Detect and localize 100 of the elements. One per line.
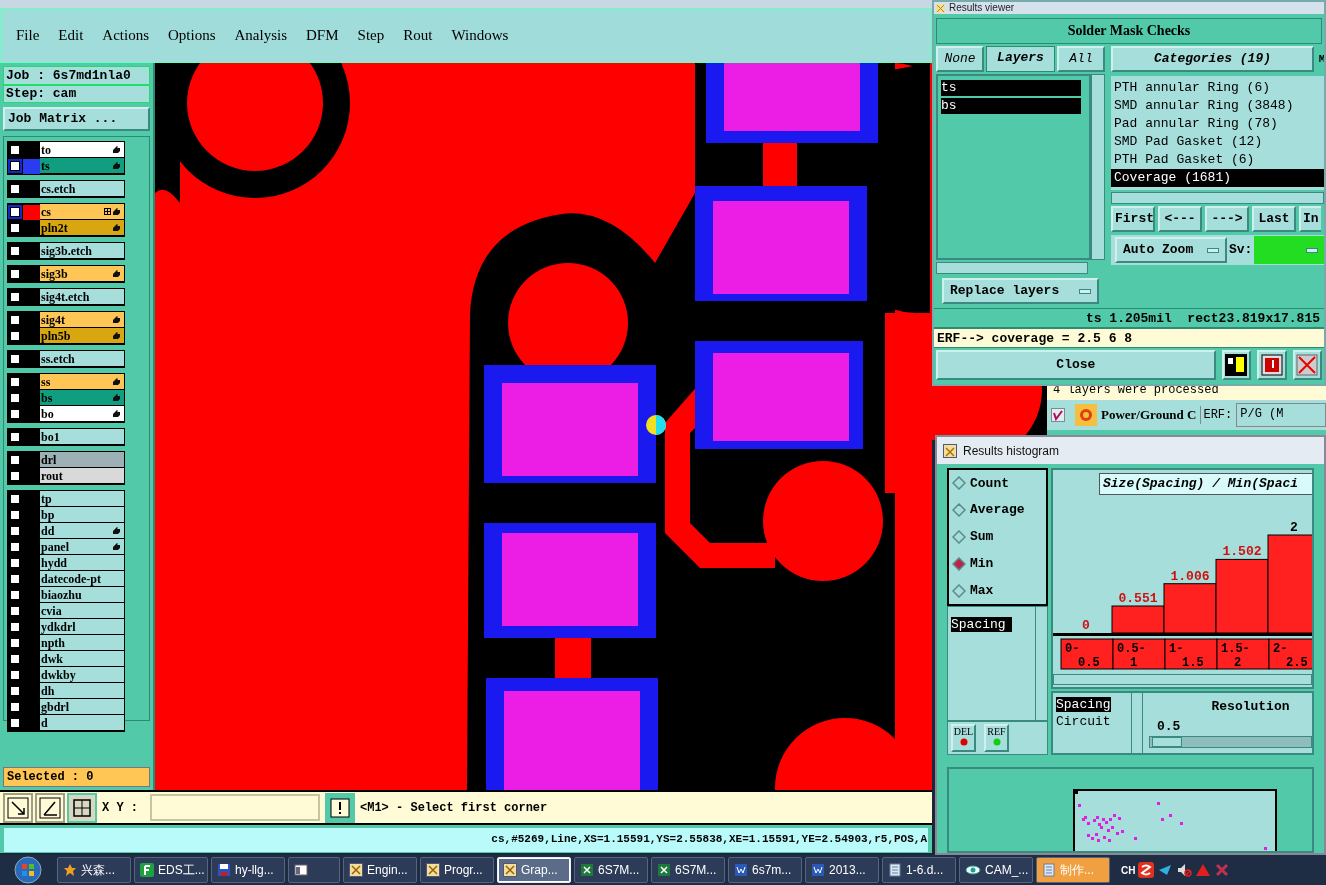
taskbar-button[interactable]: 6s7m... xyxy=(728,857,802,883)
layer-name[interactable]: ss.etch xyxy=(40,351,124,366)
layer-checkbox[interactable] xyxy=(8,205,22,219)
layer-name[interactable]: ss xyxy=(40,374,124,389)
menu-item[interactable]: DFM xyxy=(306,24,339,47)
layer-checkbox[interactable] xyxy=(8,159,22,173)
layer-checkbox[interactable] xyxy=(8,244,22,258)
menu-item[interactable]: Edit xyxy=(58,24,84,47)
layer-checkbox[interactable] xyxy=(8,469,22,483)
menu-item[interactable]: Windows xyxy=(451,24,509,47)
attribute-item[interactable]: Spacing xyxy=(951,617,1012,632)
job-matrix-button[interactable]: Job Matrix ... xyxy=(3,107,150,131)
layer-checkbox[interactable] xyxy=(8,221,22,235)
layer-checkbox[interactable] xyxy=(8,572,22,586)
layer-name[interactable]: sig4t xyxy=(40,312,124,327)
checkbox[interactable] xyxy=(1051,408,1065,422)
horizontal-scrollbar[interactable] xyxy=(936,262,1088,274)
zoom-area-button[interactable] xyxy=(3,792,33,823)
horizontal-scrollbar[interactable] xyxy=(1111,192,1324,204)
layer-checkbox[interactable] xyxy=(8,700,22,714)
taskbar-button[interactable]: CAM_... xyxy=(959,857,1033,883)
category-item[interactable]: Coverage (1681) xyxy=(1111,169,1324,187)
layer-color-swatch[interactable] xyxy=(23,158,40,174)
layer-name[interactable]: bo xyxy=(40,406,124,421)
layer-checkbox[interactable] xyxy=(8,453,22,467)
layer-name[interactable]: sig3b.etch xyxy=(40,243,124,258)
layer-checkbox[interactable] xyxy=(8,352,22,366)
layer-list-item[interactable]: ts xyxy=(941,80,1081,96)
replace-layers-menu[interactable]: Replace layers xyxy=(942,278,1099,304)
layer-filter-button[interactable]: All xyxy=(1057,46,1105,72)
layer-checkbox[interactable] xyxy=(8,716,22,730)
layer-checkbox[interactable] xyxy=(8,684,22,698)
menu-item[interactable]: Actions xyxy=(102,24,149,47)
radio-button[interactable] xyxy=(952,583,966,598)
nav-button[interactable]: In xyxy=(1299,206,1321,232)
taskbar-button[interactable]: 兴森... xyxy=(57,857,131,883)
layout-button[interactable] xyxy=(1221,350,1252,380)
layer-name[interactable]: pln5b xyxy=(40,328,124,343)
taskbar-button[interactable]: 6S7M... xyxy=(574,857,648,883)
menu-item[interactable]: Step xyxy=(357,24,385,47)
layer-checkbox[interactable] xyxy=(8,267,22,281)
layer-checkbox[interactable] xyxy=(8,604,22,618)
taskbar-button[interactable]: hy-llg... xyxy=(211,857,285,883)
layer-name[interactable]: d xyxy=(40,715,124,730)
layer-color-swatch[interactable] xyxy=(23,204,40,220)
alert-button[interactable] xyxy=(325,792,355,823)
layer-checkbox[interactable] xyxy=(8,588,22,602)
category-item[interactable]: SMD Pad Gasket (12) xyxy=(1111,133,1324,151)
layer-checkbox[interactable] xyxy=(8,556,22,570)
category-item[interactable]: PTH Pad Gasket (6) xyxy=(1111,151,1324,169)
radio-button[interactable] xyxy=(952,556,966,571)
menu-item[interactable]: Analysis xyxy=(234,24,288,47)
layer-name[interactable]: dd xyxy=(40,523,124,538)
layer-checkbox[interactable] xyxy=(8,375,22,389)
layer-name[interactable]: hydd xyxy=(40,555,124,570)
horizontal-scrollbar[interactable] xyxy=(1053,674,1312,685)
layer-checkbox[interactable] xyxy=(8,524,22,538)
layer-checkbox[interactable] xyxy=(8,492,22,506)
layer-checkbox[interactable] xyxy=(8,290,22,304)
measure-button[interactable] xyxy=(35,792,65,823)
layer-checkbox[interactable] xyxy=(8,620,22,634)
layer-name[interactable]: to xyxy=(40,142,124,157)
layer-name[interactable]: pln2t xyxy=(40,220,124,235)
categories-button[interactable]: Categories (19) xyxy=(1111,46,1314,72)
menu-item[interactable]: File xyxy=(16,24,40,47)
auto-zoom-menu[interactable]: Auto Zoom xyxy=(1115,237,1227,263)
category-item[interactable]: PTH annular Ring (6) xyxy=(1111,79,1324,97)
layer-name[interactable]: sig4t.etch xyxy=(40,289,124,304)
category-item[interactable]: SMD annular Ring (3848) xyxy=(1111,97,1324,115)
xy-input-field[interactable] xyxy=(150,794,320,821)
nav-button[interactable]: First xyxy=(1111,206,1155,232)
delete-button[interactable]: DEL xyxy=(951,724,976,752)
vertical-scrollbar[interactable] xyxy=(1091,74,1105,260)
layer-checkbox[interactable] xyxy=(8,407,22,421)
grid-button[interactable] xyxy=(67,792,97,823)
group-item[interactable]: Circuit xyxy=(1056,714,1111,729)
layer-name[interactable]: tp xyxy=(40,491,124,506)
layer-name[interactable]: bo1 xyxy=(40,429,124,444)
layer-checkbox[interactable] xyxy=(8,652,22,666)
radio-button[interactable] xyxy=(952,476,966,491)
layer-list-item[interactable]: bs xyxy=(941,98,1081,114)
layer-checkbox[interactable] xyxy=(8,540,22,554)
nav-button[interactable]: ---> xyxy=(1205,206,1249,232)
resolution-slider[interactable] xyxy=(1149,736,1312,748)
layer-checkbox[interactable] xyxy=(8,391,22,405)
layer-checkbox[interactable] xyxy=(8,329,22,343)
taskbar-button[interactable]: Grap... xyxy=(497,857,571,883)
layer-name[interactable]: npth xyxy=(40,635,124,650)
nav-button[interactable]: <--- xyxy=(1158,206,1202,232)
tray-icon[interactable] xyxy=(1157,862,1174,878)
refresh-button[interactable]: REF xyxy=(984,724,1009,752)
layer-checkbox[interactable] xyxy=(8,143,22,157)
cross-icon[interactable] xyxy=(1214,862,1231,878)
muted-speaker-icon[interactable] xyxy=(1176,862,1193,878)
layer-checkbox[interactable] xyxy=(8,508,22,522)
layer-name[interactable]: ts xyxy=(40,158,124,173)
layer-checkbox[interactable] xyxy=(8,668,22,682)
layer-checkbox[interactable] xyxy=(8,430,22,444)
layer-checkbox[interactable] xyxy=(8,182,22,196)
layer-filter-button[interactable]: None xyxy=(936,46,984,72)
